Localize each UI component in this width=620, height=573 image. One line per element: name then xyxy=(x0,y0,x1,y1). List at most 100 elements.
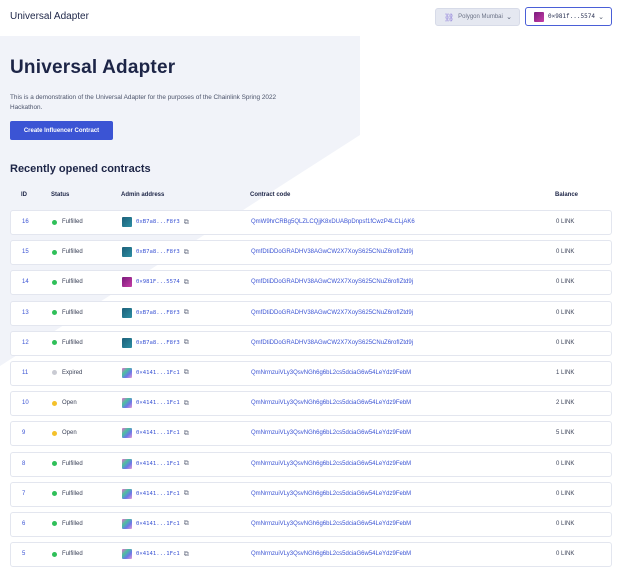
row-admin-address[interactable]: 0×981F...5574 ⧉ xyxy=(122,277,189,288)
row-contract-code[interactable]: QmW9hrCRBg5QLZLCQjjK8xDUABpDnpsf1fCwzP4L… xyxy=(251,219,415,225)
row-status: Fulfilled xyxy=(52,310,83,316)
table-row[interactable]: 16 Fulfilled 0xB7a8...F8f3 ⧉ QmW9hrCRBg5QLZL… xyxy=(10,210,612,235)
row-id[interactable]: 6 xyxy=(22,521,25,527)
table-row[interactable]: 7 Fulfilled 0×4141...1Fc1 ⧉ QmNrmzuiVLy3QsvN… xyxy=(10,481,612,507)
row-admin-address[interactable]: 0×4141...1Fc1 ⧉ xyxy=(122,367,189,378)
table-row[interactable]: 5 Fulfilled 0×4141...1Fc1 ⧉ QmNrmzuiVLy3QsvN… xyxy=(10,542,612,568)
status-label: Expired xyxy=(62,369,83,376)
chevron-down-icon: ⌄ xyxy=(598,14,604,21)
table-row[interactable]: 12 Fulfilled 0xB7a8...F8f3 ⧉ QmfDtiDDoGRADHV… xyxy=(10,330,612,356)
status-label: Fulfilled xyxy=(62,490,83,497)
row-contract-code[interactable]: QmNrmzuiVLy3QsvNGh6g6bL2cs5dciaG6w54LeYd… xyxy=(251,521,411,527)
row-contract-code[interactable]: QmNrmzuiVLy3QsvNGh6g6bL2cs5dciaG6w54LeYd… xyxy=(251,461,411,467)
copy-icon[interactable]: ⧉ xyxy=(184,338,189,347)
row-id[interactable]: 8 xyxy=(22,461,25,467)
copy-icon[interactable]: ⧉ xyxy=(184,550,189,559)
account-avatar xyxy=(534,11,544,22)
row-balance: 0 LINK xyxy=(556,551,575,558)
row-status: Open xyxy=(52,430,77,436)
admin-address-text[interactable]: 0×4141...1Fc1 xyxy=(136,461,180,467)
address-avatar xyxy=(122,488,132,499)
status-label: Fulfilled xyxy=(62,339,83,346)
copy-icon[interactable]: ⧉ xyxy=(184,248,189,257)
row-id[interactable]: 11 xyxy=(22,370,28,376)
create-influencer-contract-button[interactable]: Create Influencer Contract xyxy=(10,121,113,140)
row-contract-code[interactable]: QmNrmzuiVLy3QsvNGh6g6bL2cs5dciaG6w54LeYd… xyxy=(251,491,411,497)
row-id[interactable]: 5 xyxy=(22,551,25,557)
row-contract-code[interactable]: QmNrmzuiVLy3QsvNGh6g6bL2cs5dciaG6w54LeYd… xyxy=(251,370,411,376)
table-row[interactable]: 9 Open 0×4141...1Fc1 ⧉ QmNrmzuiVLy3QsvNGh6g6… xyxy=(10,421,612,447)
admin-address-text[interactable]: 0×4141...1Fc1 xyxy=(136,400,180,406)
status-dot xyxy=(52,249,57,255)
row-admin-address[interactable]: 0×4141...1Fc1 ⧉ xyxy=(122,518,189,529)
account-label: 0×981f...5574 xyxy=(548,13,595,20)
row-admin-address[interactable]: 0xB7a8...F8f3 ⧉ xyxy=(122,337,189,348)
account-selector[interactable]: 0×981f...5574 ⌄ xyxy=(525,7,612,26)
network-selector[interactable]: ⛓ Polygon Mumbai ⌄ xyxy=(435,8,520,26)
status-label: Fulfilled xyxy=(62,219,83,225)
status-dot xyxy=(52,340,57,346)
admin-address-text[interactable]: 0xB7a8...F8f3 xyxy=(136,249,180,255)
row-id[interactable]: 12 xyxy=(22,340,29,346)
copy-icon[interactable]: ⧉ xyxy=(184,218,189,227)
table-row[interactable]: 13 Fulfilled 0xB7a8...F8f3 ⧉ QmfDtiDDoGRADHV… xyxy=(10,300,612,326)
row-contract-code[interactable]: QmNrmzuiVLy3QsvNGh6g6bL2cs5dciaG6w54LeYd… xyxy=(251,551,411,557)
row-admin-address[interactable]: 0xB7a8...F8f3 ⧉ xyxy=(122,217,189,227)
copy-icon[interactable]: ⧉ xyxy=(184,278,189,287)
status-dot xyxy=(52,430,57,436)
row-id[interactable]: 14 xyxy=(22,279,29,285)
admin-address-text[interactable]: 0×4141...1Fc1 xyxy=(136,551,180,557)
row-id[interactable]: 16 xyxy=(22,219,29,225)
row-balance: 5 LINK xyxy=(556,430,575,437)
status-dot xyxy=(52,461,57,466)
copy-icon[interactable]: ⧉ xyxy=(184,489,189,498)
row-id[interactable]: 10 xyxy=(22,400,29,406)
row-admin-address[interactable]: 0×4141...1Fc1 ⧉ xyxy=(122,398,189,409)
row-admin-address[interactable]: 0xB7a8...F8f3 ⧉ xyxy=(122,247,189,258)
admin-address-text[interactable]: 0xB7a8...F8f3 xyxy=(136,310,180,316)
row-admin-address[interactable]: 0×4141...1Fc1 ⧉ xyxy=(122,458,189,469)
copy-icon[interactable]: ⧉ xyxy=(184,308,189,317)
admin-address-text[interactable]: 0×981F...5574 xyxy=(136,279,180,285)
copy-icon[interactable]: ⧉ xyxy=(184,459,189,468)
table-row[interactable]: 14 Fulfilled 0×981F...5574 ⧉ QmfDtiDDoGRADHV… xyxy=(10,270,612,296)
chevron-down-icon: ⌄ xyxy=(506,14,512,21)
address-avatar xyxy=(122,458,132,469)
row-id[interactable]: 9 xyxy=(22,430,25,436)
copy-icon[interactable]: ⧉ xyxy=(184,429,189,438)
row-contract-code[interactable]: QmNrmzuiVLy3QsvNGh6g6bL2cs5dciaG6w54LeYd… xyxy=(251,430,411,436)
row-balance: 1 LINK xyxy=(556,369,575,376)
admin-address-text[interactable]: 0×4141...1Fc1 xyxy=(136,370,180,376)
row-contract-code[interactable]: QmfDtiDDoGRADHV38AGwCW2X7XoyS625CNuZ6rof… xyxy=(251,279,413,285)
row-id[interactable]: 7 xyxy=(22,491,25,497)
row-contract-code[interactable]: QmfDtiDDoGRADHV38AGwCW2X7XoyS625CNuZ6rof… xyxy=(251,310,413,316)
row-balance: 0 LINK xyxy=(556,490,575,497)
status-label: Fulfilled xyxy=(62,309,83,316)
status-dot xyxy=(52,279,57,285)
row-admin-address[interactable]: 0xB7a8...F8f3 ⧉ xyxy=(122,307,189,318)
table-row[interactable]: 6 Fulfilled 0×4141...1Fc1 ⧉ QmNrmzuiVLy3QsvN… xyxy=(10,511,612,537)
row-contract-code[interactable]: QmNrmzuiVLy3QsvNGh6g6bL2cs5dciaG6w54LeYd… xyxy=(251,400,411,406)
row-contract-code[interactable]: QmfDtiDDoGRADHV38AGwCW2X7XoyS625CNuZ6rof… xyxy=(251,249,413,255)
row-contract-code[interactable]: QmfDtiDDoGRADHV38AGwCW2X7XoyS625CNuZ6rof… xyxy=(251,340,413,346)
table-row[interactable]: 11 Expired 0×4141...1Fc1 ⧉ QmNrmzuiVLy3QsvNG… xyxy=(10,360,612,386)
admin-address-text[interactable]: 0×4141...1Fc1 xyxy=(136,491,180,497)
row-admin-address[interactable]: 0×4141...1Fc1 ⧉ xyxy=(122,428,189,439)
row-admin-address[interactable]: 0×4141...1Fc1 ⧉ xyxy=(122,549,189,560)
table-row[interactable]: 8 Fulfilled 0×4141...1Fc1 ⧉ QmNrmzuiVLy3QsvN… xyxy=(10,451,612,477)
row-status: Fulfilled xyxy=(52,340,83,346)
status-dot xyxy=(52,521,57,527)
admin-address-text[interactable]: 0xB7a8...F8f3 xyxy=(136,340,180,346)
table-row[interactable]: 15 Fulfilled 0xB7a8...F8f3 ⧉ QmfDtiDDoGRADHV… xyxy=(10,240,612,266)
copy-icon[interactable]: ⧉ xyxy=(184,368,189,377)
copy-icon[interactable]: ⧉ xyxy=(184,399,189,408)
admin-address-text[interactable]: 0xB7a8...F8f3 xyxy=(136,219,180,225)
status-label: Fulfilled xyxy=(62,520,83,527)
admin-address-text[interactable]: 0×4141...1Fc1 xyxy=(136,521,180,527)
admin-address-text[interactable]: 0×4141...1Fc1 xyxy=(136,430,180,436)
table-row[interactable]: 10 Open 0×4141...1Fc1 ⧉ QmNrmzuiVLy3QsvNGh6g… xyxy=(10,391,612,417)
row-id[interactable]: 13 xyxy=(22,310,29,316)
row-admin-address[interactable]: 0×4141...1Fc1 ⧉ xyxy=(122,488,189,499)
row-id[interactable]: 15 xyxy=(22,249,29,255)
copy-icon[interactable]: ⧉ xyxy=(184,519,189,528)
